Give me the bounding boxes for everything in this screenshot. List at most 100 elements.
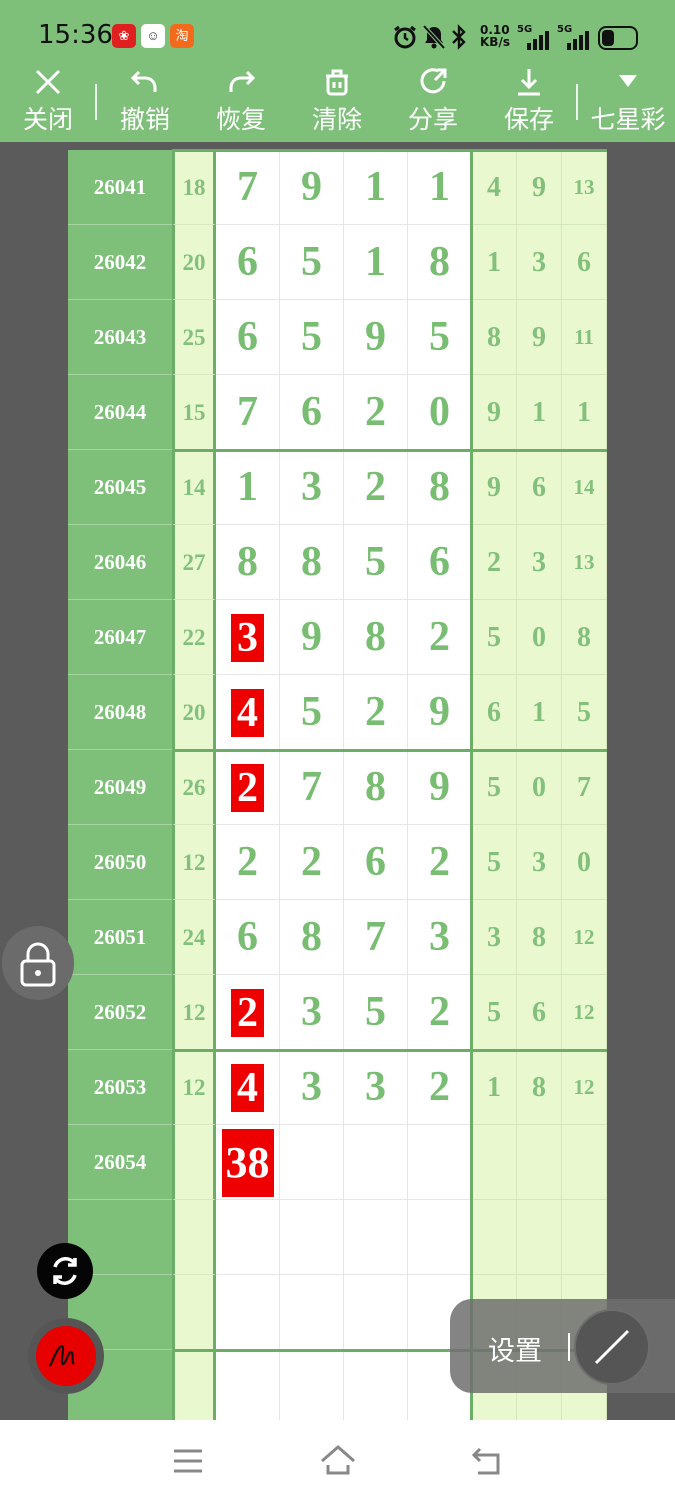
line-tool-button[interactable]: [574, 1309, 650, 1385]
digit-cell[interactable]: 3: [280, 1050, 344, 1125]
issue-number: 26051: [68, 900, 172, 975]
digit-cell[interactable]: 38: [216, 1125, 280, 1200]
draw-sheet[interactable]: 26041 18 7 9 1 1 4 9 13 26042 20 6 5 1 8 1 3 6 26043 25 6 5 9 5…: [0, 142, 675, 1420]
digit-cell[interactable]: 9: [280, 600, 344, 675]
share-label: 分享: [407, 106, 458, 134]
digit-cell[interactable]: 1: [216, 450, 280, 525]
digit-cell[interactable]: 2: [408, 975, 472, 1050]
redo-button[interactable]: 恢复: [202, 62, 280, 142]
table-row: 26048 20 4 5 2 9 6 1 5: [68, 675, 607, 750]
digit-cell[interactable]: 2: [408, 600, 472, 675]
digit-cell[interactable]: 6: [344, 825, 408, 900]
digit-cell[interactable]: 5: [280, 225, 344, 300]
digit-cell[interactable]: 2: [216, 975, 280, 1050]
highlighted-digit: 3: [231, 614, 264, 663]
digit-cell[interactable]: [280, 1350, 344, 1420]
digit-cell[interactable]: 1: [344, 150, 408, 225]
save-button[interactable]: 保存: [490, 62, 568, 142]
digit-cell[interactable]: [408, 1200, 472, 1275]
digit-cell[interactable]: [344, 1200, 408, 1275]
digit-cell[interactable]: 1: [344, 225, 408, 300]
lottery-type-dropdown[interactable]: 七星彩: [584, 62, 672, 142]
digit-cell[interactable]: 5: [344, 975, 408, 1050]
digit-cell[interactable]: 8: [216, 525, 280, 600]
digit-cell[interactable]: 3: [280, 975, 344, 1050]
digit-cell[interactable]: 6: [216, 300, 280, 375]
table-row: 26041 18 7 9 1 1 4 9 13: [68, 150, 607, 225]
digit-cell[interactable]: [280, 1125, 344, 1200]
digit-cell[interactable]: 2: [344, 375, 408, 450]
sum-cell: 12: [172, 825, 216, 900]
digit-cell[interactable]: 5: [344, 525, 408, 600]
digit-cell[interactable]: 2: [344, 450, 408, 525]
share-button[interactable]: 分享: [394, 62, 472, 142]
digit-cell[interactable]: 9: [280, 150, 344, 225]
digit-cell[interactable]: 6: [216, 225, 280, 300]
digit-cell[interactable]: 6: [216, 900, 280, 975]
close-button[interactable]: 关闭: [10, 62, 86, 142]
digit-cell[interactable]: 6: [408, 525, 472, 600]
digit-cell[interactable]: 9: [408, 750, 472, 825]
undo-button[interactable]: 撤销: [106, 62, 184, 142]
digit-cell[interactable]: 5: [280, 675, 344, 750]
digit-cell[interactable]: 4: [216, 675, 280, 750]
digit-cell[interactable]: 2: [280, 825, 344, 900]
digit-cell[interactable]: 8: [344, 750, 408, 825]
digit-cell[interactable]: 2: [216, 750, 280, 825]
digit-cell[interactable]: 3: [280, 450, 344, 525]
stat-cell: [517, 1125, 562, 1200]
digit-cell[interactable]: [216, 1200, 280, 1275]
digit-cell[interactable]: 8: [408, 225, 472, 300]
pen-tool-button[interactable]: [28, 1318, 104, 1394]
digit-cell[interactable]: 7: [280, 750, 344, 825]
issue-number: 26044: [68, 375, 172, 450]
digit-cell[interactable]: 3: [344, 1050, 408, 1125]
settings-button[interactable]: 设置: [488, 1329, 542, 1368]
digit-cell[interactable]: 9: [344, 300, 408, 375]
digit-cell[interactable]: 3: [216, 600, 280, 675]
digit-cell[interactable]: [344, 1350, 408, 1420]
digit-cell[interactable]: 6: [280, 375, 344, 450]
digit-cell[interactable]: 5: [280, 300, 344, 375]
status-bar: 15:36 ❀ ☺ 淘 0.10 KB/s 5G 5G: [0, 0, 675, 62]
digit-cell[interactable]: [216, 1350, 280, 1420]
stat-cell: 6: [517, 975, 562, 1050]
digit-cell[interactable]: [408, 1125, 472, 1200]
digit-cell[interactable]: [280, 1200, 344, 1275]
lock-button[interactable]: [2, 926, 74, 1000]
digit-cell[interactable]: 7: [344, 900, 408, 975]
home-button[interactable]: [319, 1444, 357, 1481]
digit-cell[interactable]: 3: [408, 900, 472, 975]
digit-cell[interactable]: 5: [408, 300, 472, 375]
digit-cell[interactable]: 2: [408, 1050, 472, 1125]
toolbar-divider: [95, 84, 97, 120]
stat-cell: 11: [562, 300, 607, 375]
digit-cell[interactable]: 8: [280, 900, 344, 975]
clear-button[interactable]: 清除: [298, 62, 376, 142]
digit-cell[interactable]: 0: [408, 375, 472, 450]
undo-label: 撤销: [119, 106, 170, 134]
digit-cell[interactable]: 4: [216, 1050, 280, 1125]
digit-cell[interactable]: 9: [408, 675, 472, 750]
digit-cell[interactable]: 7: [216, 150, 280, 225]
digit-cell[interactable]: [216, 1275, 280, 1350]
digit-cell[interactable]: [280, 1275, 344, 1350]
digit-cell[interactable]: 7: [216, 375, 280, 450]
digit-cell[interactable]: 2: [216, 825, 280, 900]
digit-cell[interactable]: 1: [408, 150, 472, 225]
digit-cell[interactable]: 8: [344, 600, 408, 675]
issue-number: 26041: [68, 150, 172, 225]
digit-cell[interactable]: [344, 1275, 408, 1350]
stat-cell: 13: [562, 525, 607, 600]
digit-cell[interactable]: 2: [344, 675, 408, 750]
stat-cell: 0: [517, 750, 562, 825]
settings-divider: [568, 1333, 570, 1361]
digit-cell[interactable]: 2: [408, 825, 472, 900]
digit-cell[interactable]: [344, 1125, 408, 1200]
digit-cell[interactable]: 8: [408, 450, 472, 525]
group-divider: [172, 1049, 607, 1052]
menu-button[interactable]: [172, 1448, 204, 1479]
refresh-button[interactable]: [37, 1243, 93, 1299]
digit-cell[interactable]: 8: [280, 525, 344, 600]
back-button[interactable]: [470, 1446, 504, 1481]
